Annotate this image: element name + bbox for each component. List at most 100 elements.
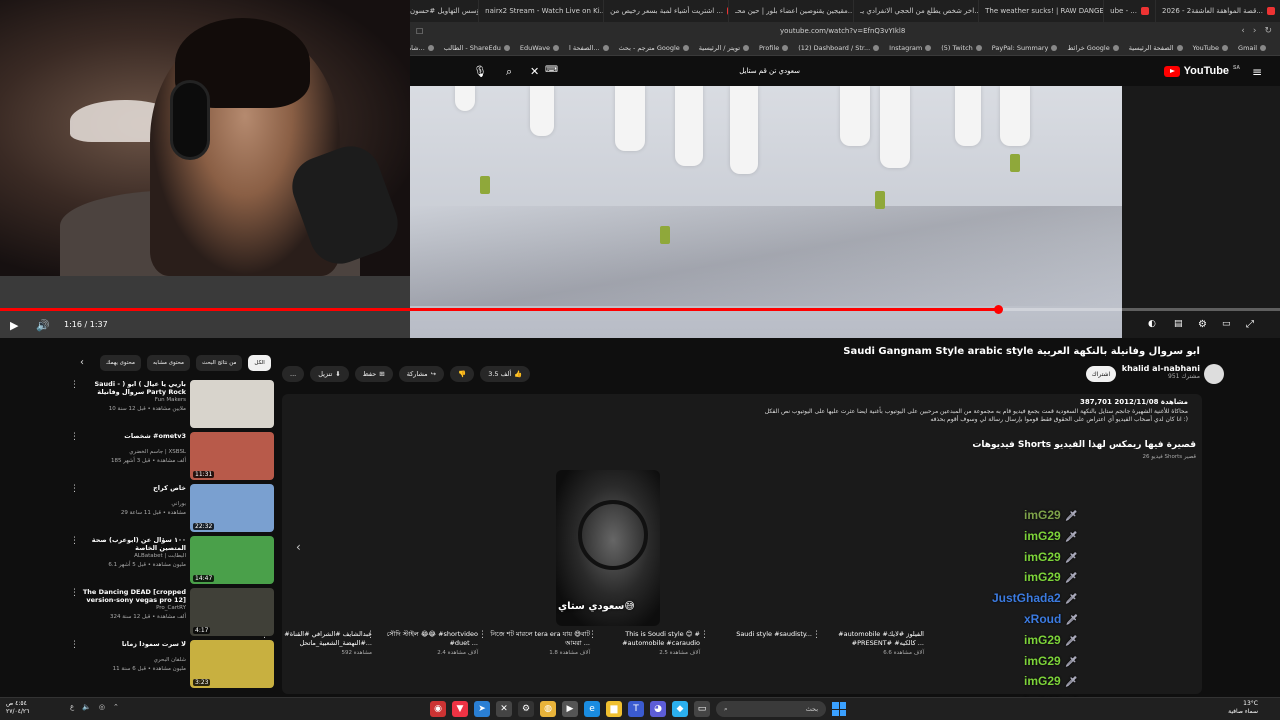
video-player[interactable] [410, 86, 1122, 338]
taskbar-search[interactable]: ⌕ بحث [716, 701, 826, 717]
more-vert-icon[interactable]: ⋮ [700, 630, 709, 640]
bookmark-item[interactable]: EduWave [520, 44, 560, 52]
bookmark-item[interactable]: Profile [759, 44, 789, 52]
xbox-icon[interactable]: ✕ [496, 701, 512, 717]
recommendation-item[interactable]: ⋮ خاص كراج بوراني 29 مشاهدة • قبل 11 ساعة 22… [70, 484, 274, 532]
forward-icon[interactable]: › [1253, 26, 1257, 36]
filter-chip[interactable]: من نتائج البحث [196, 355, 243, 371]
browser-tab[interactable]: مؤسس التهاويل #حسون #حسون البارات... [410, 0, 478, 22]
bookmark-item[interactable]: الصفحة الرئيسية [1129, 44, 1183, 52]
recommendation-thumbnail[interactable]: 3:23 [190, 640, 274, 688]
short-item[interactable]: ⋮ This is Soudi style 😊 # #automobile #ca… [588, 630, 700, 656]
mic-icon[interactable]: 🎙 [473, 65, 487, 78]
filter-chip[interactable]: محتوى يهمك [100, 355, 141, 371]
network-icon[interactable]: ◎ [99, 703, 105, 711]
dislike-button[interactable]: 👎 [450, 366, 475, 382]
play-icon[interactable]: ▶ [10, 319, 18, 332]
recommendation-item[interactable]: ⋮ The Dancing DEAD [cropped version-sony … [70, 588, 274, 636]
edge-icon[interactable]: e [584, 701, 600, 717]
chips-chevron-left-icon[interactable]: ‹ [80, 357, 84, 368]
browser-tab[interactable]: 2026 - قصة المواهقة العاشقة2... [1155, 0, 1280, 22]
download-button[interactable]: تنزيل ⬇ [310, 366, 349, 382]
volume-icon[interactable]: 🔊 [36, 319, 50, 332]
more-vert-icon[interactable]: ⋮ [812, 630, 821, 640]
brave-icon[interactable]: ▼ [452, 701, 468, 717]
bookmark-item[interactable]: (12) Dashboard / Str... [798, 44, 880, 52]
taskbar-clock[interactable]: ٤:٥٤ ص ٢٧/٠٤/٢٦ [6, 700, 29, 716]
media-icon[interactable]: ▶ [562, 701, 578, 717]
recommendation-thumbnail[interactable]: 22:32 [190, 484, 274, 532]
recommendation-item[interactable]: ⋮ Saudi - ) باريي يا عيال ) ابو سروال وفا… [70, 380, 274, 428]
theater-icon[interactable]: ▭ [1222, 319, 1231, 329]
settings-gear-icon[interactable]: ⚙ [1198, 319, 1207, 330]
store-icon[interactable]: ◆ [672, 701, 688, 717]
subscribe-button[interactable]: اشتراك [1086, 366, 1116, 382]
browser-tab[interactable]: nairx2 Stream - Watch Live on Ki... [478, 0, 603, 22]
reload-icon[interactable]: ↻ [1264, 26, 1272, 36]
chrome-icon[interactable]: ◍ [540, 701, 556, 717]
filter-chip[interactable]: الكل [248, 355, 271, 371]
clear-search-icon[interactable]: ✕ [530, 65, 539, 78]
recommendation-item[interactable]: ⋮ شخصات #ometv3 جاسم الخضري | XSBSL 185 ألف… [70, 432, 274, 480]
app-icon[interactable]: ◉ [430, 701, 446, 717]
channel-name[interactable]: khalid al-nabhani [1122, 364, 1200, 373]
teams-icon[interactable]: T [628, 701, 644, 717]
like-button[interactable]: 3.5 ألف 👍 [480, 366, 531, 382]
bookmark-item[interactable]: تويتر / الرئيسية [699, 44, 749, 52]
taskbar-weather[interactable]: 13°C سماء صافية [1228, 700, 1258, 716]
discord-icon[interactable]: ◕ [650, 701, 666, 717]
bookmark-item[interactable]: مترجم - بحث Google [619, 44, 689, 52]
file-explorer-icon[interactable]: ▆ [606, 701, 622, 717]
recommendation-thumbnail[interactable]: 14:47 [190, 536, 274, 584]
short-item[interactable]: ⋮ নিজে শট মারলে tera era যায় 😅বাট আমরা .… [478, 630, 590, 656]
browser-tab[interactable]: اشتريت أشياء لمبة بسعر رخيص من ... [603, 0, 729, 22]
browser-tab[interactable]: مقيجين يقنوصين اعضاء بلور | حين محـ... [728, 0, 853, 22]
short-item[interactable]: ⋮#عبدالشايف #الشرافي #القناة #النهضة_الش… [260, 630, 372, 656]
bookmark-item[interactable]: شاهد فيديوهات مت... [410, 44, 434, 52]
bookmark-item[interactable]: Instagram [889, 44, 932, 52]
channel-info[interactable]: khalid al-nabhani 951 مشترك [1122, 364, 1224, 384]
recommendation-thumbnail[interactable]: 11:31 [190, 432, 274, 480]
recommendation-item[interactable]: ⋮ لا سرت سموذا زمانا شلفان البحري 11 مليون … [70, 640, 274, 688]
bookmark-item[interactable]: YouTube [1193, 44, 1229, 52]
youtube-logo[interactable]: YouTube SA [1163, 65, 1240, 77]
short-thumbnail[interactable]: سعودي ستاي😅 [556, 470, 660, 626]
app-window-icon[interactable]: ▭ [694, 701, 710, 717]
save-button[interactable]: حفظ ⊞ [354, 366, 393, 382]
bookmark-item[interactable]: PayPal: Summary [992, 44, 1058, 52]
browser-tab[interactable]: The weather sucks! | RAW DANGER ... [978, 0, 1103, 22]
search-input[interactable] [535, 63, 800, 79]
browser-tab[interactable]: ube - ... [1103, 0, 1155, 22]
autoplay-toggle-icon[interactable]: ◐ [1148, 319, 1156, 329]
channel-avatar[interactable] [1204, 364, 1224, 384]
back-icon[interactable]: ‹ [1241, 26, 1245, 36]
short-item[interactable]: ⋮ সৌদি স্টাইল 😂😂 #shortvideo #duet ... 2.4… [366, 630, 478, 656]
browser-tab[interactable]: اخر شخص يطلع من الحجي الانفرادي يـ... [853, 0, 978, 22]
settings-icon[interactable]: ⚙ [518, 701, 534, 717]
telegram-icon[interactable]: ➤ [474, 701, 490, 717]
bookmark-item[interactable]: خرائط Google [1067, 44, 1119, 52]
bookmark-icon[interactable]: ☐ [416, 27, 423, 36]
short-item[interactable]: ⋮ #automobile #الفيلوز #لايك #PRESENT# #ك… [812, 630, 924, 656]
short-item[interactable]: ⋮ Saudi style #saudisty... [700, 630, 812, 641]
bookmark-item[interactable]: الطالب - ShareEdu [444, 44, 510, 52]
recommendation-thumbnail[interactable]: 4:17 [190, 588, 274, 636]
menu-icon[interactable]: ≡ [1252, 65, 1262, 79]
language-icon[interactable]: ع [70, 703, 74, 711]
bookmark-item[interactable]: (5) Twitch [941, 44, 982, 52]
volume-tray-icon[interactable]: 🔈 [82, 703, 91, 711]
filter-chip[interactable]: محتوى مشابه [146, 355, 190, 371]
recommendation-item[interactable]: ⋮ ١٠٠ سؤال عن (ابوعرب) صحة المتصين الخاصة… [70, 536, 274, 584]
windows-start-icon[interactable] [832, 702, 846, 716]
chevron-left-icon[interactable]: ‹ [296, 540, 301, 554]
tray-overflow-icon[interactable]: ⌃ [113, 703, 119, 711]
url-field[interactable]: youtube.com/watch?v=EfnQ3vYIkl8 [780, 27, 905, 35]
more-actions-button[interactable]: ... [282, 366, 305, 382]
more-vert-icon[interactable]: ⋮ [478, 630, 487, 640]
keyboard-icon[interactable]: ⌨ [545, 65, 558, 75]
search-icon[interactable]: ⌕ [506, 65, 512, 79]
progress-bar[interactable] [0, 305, 1280, 314]
bookmark-item[interactable]: Gmail [1238, 44, 1266, 52]
captions-icon[interactable]: ▤ [1174, 319, 1183, 329]
share-button[interactable]: مشاركة ↪ [398, 366, 445, 382]
